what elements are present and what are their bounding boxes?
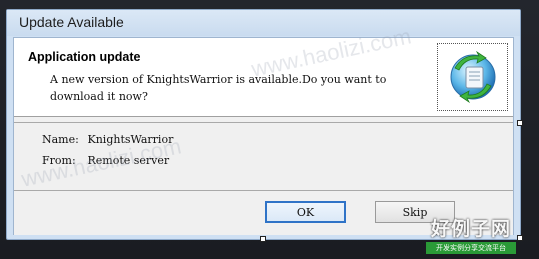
update-dialog: Update Available Application update A ne… — [6, 9, 521, 240]
resize-handle-bottom-right[interactable] — [517, 235, 523, 241]
title-bar[interactable]: Update Available — [7, 10, 520, 36]
header-message: A new version of KnightsWarrior is avail… — [50, 73, 387, 103]
window-title: Update Available — [19, 14, 124, 30]
logo-main-text: 好例子网 — [430, 218, 511, 240]
name-row: Name: KnightsWarrior — [42, 133, 173, 146]
from-row: From: Remote server — [42, 154, 169, 167]
update-globe-icon — [450, 50, 495, 104]
separator-line — [14, 122, 513, 123]
resize-handle-bottom[interactable] — [260, 236, 266, 242]
ok-button[interactable]: OK — [265, 201, 346, 223]
name-label: Name: — [42, 133, 79, 146]
resize-handle-right[interactable] — [517, 120, 523, 126]
from-label: From: — [42, 154, 76, 167]
from-value: Remote server — [87, 154, 170, 167]
icon-frame — [437, 43, 508, 111]
name-value: KnightsWarrior — [87, 133, 174, 146]
dialog-client-area: Application update A new version of Knig… — [13, 37, 514, 235]
header-title: Application update — [28, 50, 141, 64]
logo-sub-text: 开发实例分享交流平台 — [426, 242, 516, 254]
header-panel: Application update A new version of Knig… — [14, 38, 513, 117]
site-logo: 好例子网 开发实例分享交流平台 — [426, 214, 516, 254]
